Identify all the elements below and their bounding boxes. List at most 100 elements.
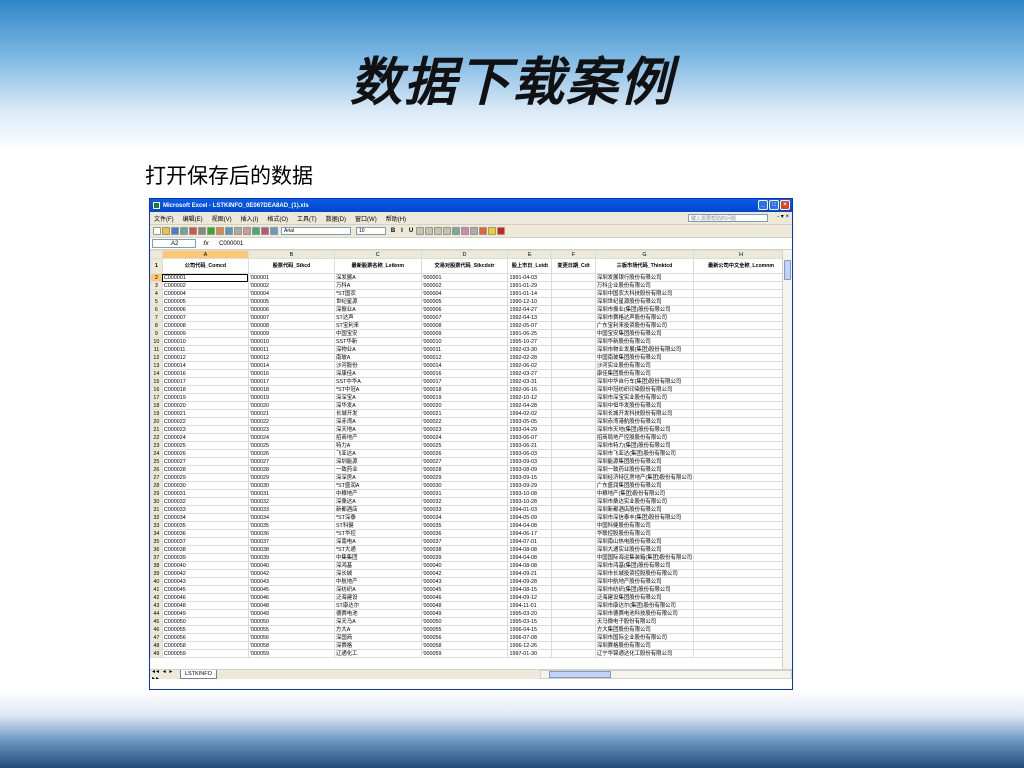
cell[interactable]: 1992-02-28 <box>507 353 553 362</box>
cell[interactable]: SST华新 <box>333 337 422 346</box>
cell[interactable]: 1993-04-29 <box>507 425 553 434</box>
cell[interactable]: C000002 <box>161 281 249 290</box>
cell[interactable]: '000023 <box>420 425 509 434</box>
cell[interactable]: SST中华A <box>333 377 422 386</box>
cell[interactable]: '000056 <box>420 633 509 642</box>
cell[interactable]: '000011 <box>247 345 335 354</box>
cell[interactable]: 深圳中华自行车(集团)股份有限公司 <box>594 377 695 386</box>
row-number[interactable]: 25 <box>150 457 163 466</box>
cell[interactable]: 1994-06-17 <box>507 529 553 538</box>
cell[interactable]: C000025 <box>161 441 249 450</box>
row-number[interactable]: 5 <box>150 297 163 306</box>
cell[interactable]: '000002 <box>420 281 509 290</box>
cell[interactable]: 1995-10-27 <box>507 337 553 346</box>
cell[interactable]: 泛海建设 <box>333 593 422 602</box>
cell[interactable] <box>551 513 596 522</box>
row-number[interactable]: 4 <box>150 289 163 298</box>
cell[interactable] <box>551 449 596 458</box>
toolbar-icon[interactable] <box>488 227 496 235</box>
cell[interactable]: 1993-06-03 <box>507 449 553 458</box>
cell[interactable]: 深发展A <box>333 273 422 282</box>
cell[interactable]: 1995-03-15 <box>507 617 553 626</box>
cell[interactable] <box>693 601 789 610</box>
menu-item[interactable]: 视图(V) <box>212 214 232 223</box>
toolbar-icon[interactable] <box>243 227 251 235</box>
cell[interactable]: 深桑达A <box>333 497 422 506</box>
cell[interactable]: 1992-04-27 <box>507 305 553 314</box>
cell[interactable] <box>693 473 789 482</box>
cell[interactable]: 深圳市天地(集团)股份有限公司 <box>594 425 695 434</box>
cell[interactable]: 深圳市国际企业股份有限公司 <box>594 633 695 642</box>
cell[interactable]: C000029 <box>161 473 249 482</box>
cell[interactable]: *ST中冠A <box>333 385 422 394</box>
cell[interactable]: 1993-09-29 <box>507 481 553 490</box>
cell[interactable] <box>551 481 596 490</box>
cell[interactable]: C000035 <box>161 521 249 530</box>
cell[interactable]: '000045 <box>420 585 509 594</box>
cell[interactable]: 深圳市长城投资控股股份有限公司 <box>594 569 695 578</box>
cell[interactable]: C000058 <box>161 641 249 650</box>
cell[interactable] <box>693 585 789 594</box>
cell[interactable]: 深圳南山热电股份有限公司 <box>594 537 695 546</box>
cell[interactable]: 深物业A <box>333 345 422 354</box>
cell[interactable]: *ST盛润A <box>333 481 422 490</box>
cell[interactable]: '000037 <box>420 537 509 546</box>
cell[interactable] <box>693 297 789 306</box>
cell[interactable]: 深国商 <box>333 633 422 642</box>
cell[interactable] <box>551 617 596 626</box>
toolbar-icon[interactable] <box>261 227 269 235</box>
cell[interactable]: '000007 <box>247 313 335 322</box>
cell[interactable]: '000006 <box>420 305 509 314</box>
cell[interactable] <box>693 553 789 562</box>
cell[interactable] <box>551 649 596 658</box>
cell[interactable]: 深圳能源集团股份有限公司 <box>594 457 695 466</box>
toolbar-icon[interactable] <box>479 227 487 235</box>
toolbar-icon[interactable] <box>153 227 161 235</box>
close-button[interactable]: × <box>780 200 790 210</box>
row-number[interactable]: 43 <box>150 601 163 610</box>
cell[interactable]: 1994-01-03 <box>507 505 553 514</box>
cell[interactable]: 1993-09-03 <box>507 457 553 466</box>
cell[interactable] <box>551 601 596 610</box>
cell[interactable] <box>551 353 596 362</box>
cell[interactable]: '000042 <box>247 569 335 578</box>
cell[interactable] <box>551 289 596 298</box>
cell[interactable]: 一致药业 <box>333 465 422 474</box>
cell[interactable]: 深圳中冠纺织印染股份有限公司 <box>594 385 695 394</box>
cell[interactable]: '000021 <box>247 409 335 418</box>
cell[interactable] <box>551 641 596 650</box>
cell[interactable] <box>551 385 596 394</box>
vertical-scrollbar[interactable] <box>782 250 792 679</box>
cell[interactable] <box>693 537 789 546</box>
cell[interactable]: 1994-02-02 <box>507 409 553 418</box>
cell[interactable]: 万科企业股份有限公司 <box>594 281 695 290</box>
cell[interactable]: '000023 <box>247 425 335 434</box>
cell[interactable]: C000001 <box>161 273 249 282</box>
column-title-cell[interactable]: 变更日期_Cdt <box>551 258 596 274</box>
cell[interactable] <box>693 609 789 618</box>
cell[interactable]: 深天地A <box>333 425 422 434</box>
cell[interactable]: '000029 <box>247 473 335 482</box>
toolbar-icon[interactable] <box>162 227 170 235</box>
cell[interactable]: C000012 <box>161 353 249 362</box>
cell[interactable]: 1994-07-01 <box>507 537 553 546</box>
cell[interactable] <box>693 481 789 490</box>
cell[interactable]: C000033 <box>161 505 249 514</box>
column-header[interactable]: H <box>693 250 789 259</box>
cell[interactable]: 沙河股份 <box>333 361 422 370</box>
row-number[interactable]: 37 <box>150 553 163 562</box>
cell[interactable] <box>551 609 596 618</box>
cell[interactable]: 深圳大通实业股份有限公司 <box>594 545 695 554</box>
cell[interactable]: 广东盛润集团股份有限公司 <box>594 481 695 490</box>
cell[interactable]: 辽通化工 <box>333 649 422 658</box>
cell[interactable]: '000018 <box>420 385 509 394</box>
cell[interactable]: C000031 <box>161 489 249 498</box>
cell[interactable]: 中国科健股份有限公司 <box>594 521 695 530</box>
cell[interactable]: 深圳市特力(集团)股份有限公司 <box>594 441 695 450</box>
cell[interactable]: '000039 <box>420 553 509 562</box>
cell[interactable]: 深圳市振业(集团)股份有限公司 <box>594 305 695 314</box>
cell[interactable] <box>551 625 596 634</box>
cell[interactable]: 深振业A <box>333 305 422 314</box>
cell[interactable]: 深圳市物业发展(集团)股份有限公司 <box>594 345 695 354</box>
row-number[interactable]: 10 <box>150 337 163 346</box>
